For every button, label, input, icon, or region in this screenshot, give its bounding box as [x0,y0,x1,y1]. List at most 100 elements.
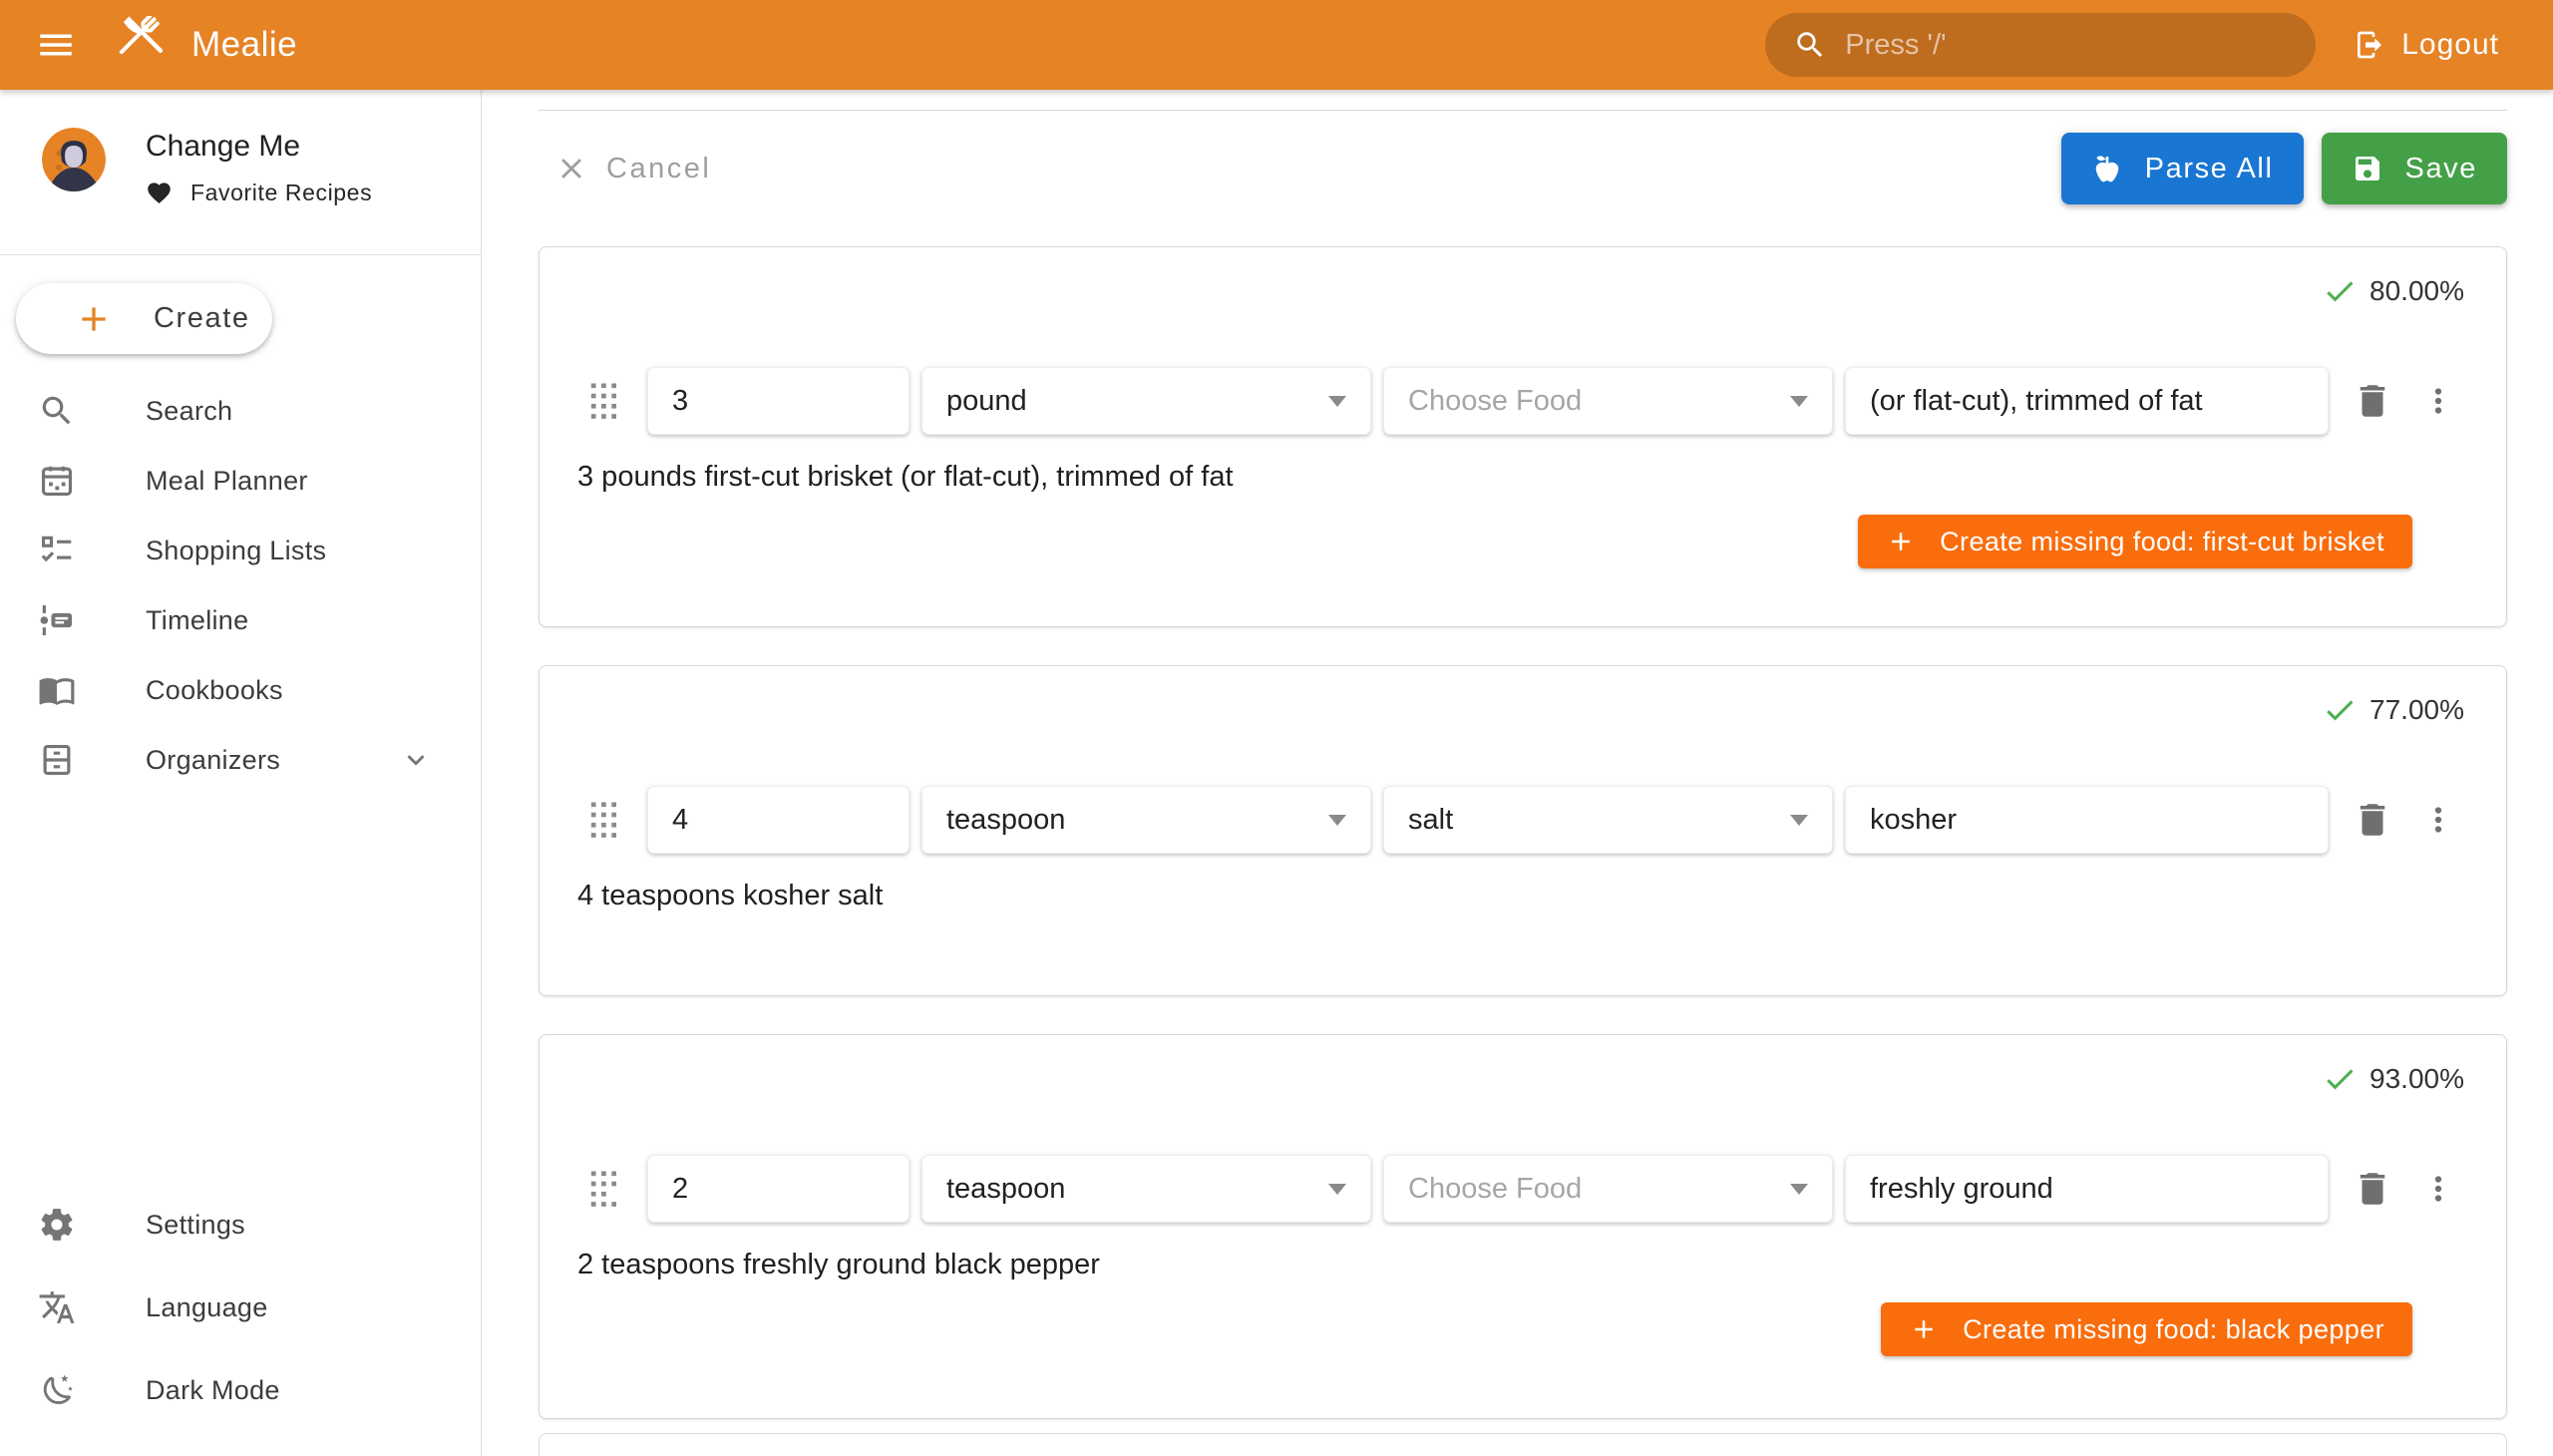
sidebar: Change Me Favorite Recipes Create Search… [0,90,482,1456]
more-options-button[interactable] [2412,794,2464,846]
quantity-field[interactable] [647,367,910,435]
gear-icon [38,1206,76,1244]
logout-icon [2354,29,2385,61]
user-block[interactable]: Change Me Favorite Recipes [0,90,481,206]
more-options-button[interactable] [2412,1163,2464,1215]
note-field[interactable] [1845,786,2329,854]
parser-toolbar: Cancel Parse All Save [539,123,2507,214]
heart-icon [146,180,173,206]
check-icon [2322,1061,2358,1097]
avatar [42,128,106,191]
global-search-bar[interactable] [1765,13,2316,77]
food-select[interactable]: Choose Food [1383,367,1833,435]
save-button[interactable]: Save [2322,133,2508,204]
delete-button[interactable] [2347,794,2398,846]
favorite-recipes-link[interactable]: Favorite Recipes [146,180,372,206]
quantity-field[interactable] [647,1155,910,1223]
sidebar-item-cookbooks[interactable]: Cookbooks [0,655,481,725]
create-missing-food-button[interactable]: Create missing food: first-cut brisket [1858,515,2412,568]
food-select[interactable]: salt [1383,786,1833,854]
moon-icon [38,1371,76,1409]
sidebar-nav: Search Meal Planner Shopping Lists Timel… [0,376,481,795]
menu-icon[interactable] [30,19,82,71]
quantity-input[interactable] [672,1173,885,1206]
sidebar-item-language[interactable]: Language [0,1273,481,1342]
sidebar-item-shopping-lists[interactable]: Shopping Lists [0,516,481,585]
note-field[interactable] [1845,1155,2329,1223]
drag-handle-icon[interactable] [589,801,619,839]
confidence-row: 93.00% [575,1061,2470,1097]
sidebar-footer: Settings Language Dark Mode [0,1190,481,1438]
ingredient-parser-page: Cancel Parse All Save 80.00% pound C [483,90,2553,1456]
top-app-bar: Mealie Logout [0,0,2553,90]
ingredient-card: 93.00% teaspoon Choose Food 2 teaspoons … [539,1034,2507,1419]
search-icon [1793,28,1827,62]
delete-button[interactable] [2347,375,2398,427]
ingredient-card-partial [539,1433,2507,1456]
chevron-down-icon[interactable] [399,743,433,777]
original-ingredient-text: 2 teaspoons freshly ground black pepper [575,1245,2470,1284]
book-open-icon [38,671,76,709]
note-input[interactable] [1870,1173,2304,1206]
dropdown-arrow-icon [1790,396,1808,407]
trash-icon [2352,380,2393,422]
mealie-app: Mealie Logout Change [0,0,2553,1456]
confidence-value: 77.00% [2370,694,2464,726]
plus-icon [1886,527,1916,556]
ingredient-fields-row: teaspoon salt [575,786,2470,854]
app-title: Mealie [191,25,297,65]
checklist-icon [38,532,76,569]
cancel-button[interactable]: Cancel [539,152,711,185]
dropdown-arrow-icon [1328,396,1346,407]
calendar-icon [38,462,76,500]
check-icon [2322,692,2358,728]
create-button[interactable]: Create [16,283,272,354]
logout-button[interactable]: Logout [2354,28,2499,62]
unit-select[interactable]: pound [921,367,1371,435]
confidence-value: 80.00% [2370,275,2464,307]
ingredient-card: 80.00% pound Choose Food 3 pounds first-… [539,246,2507,627]
sidebar-item-dark-mode[interactable]: Dark Mode [0,1355,481,1425]
confidence-row: 80.00% [575,273,2470,309]
note-input[interactable] [1870,385,2304,418]
sidebar-item-organizers[interactable]: Organizers [0,725,481,795]
sidebar-item-timeline[interactable]: Timeline [0,585,481,655]
quantity-field[interactable] [647,786,910,854]
sidebar-item-meal-planner[interactable]: Meal Planner [0,446,481,516]
food-apple-icon [2091,153,2123,184]
dropdown-arrow-icon [1328,1184,1346,1195]
ingredient-card: 77.00% teaspoon salt 4 teaspoons kosher … [539,665,2507,996]
confidence-value: 93.00% [2370,1063,2464,1095]
original-ingredient-text: 3 pounds first-cut brisket (or flat-cut)… [575,457,2470,497]
unit-select[interactable]: teaspoon [921,786,1371,854]
kebab-menu-icon [2419,1170,2457,1208]
sidebar-item-search[interactable]: Search [0,376,481,446]
food-select[interactable]: Choose Food [1383,1155,1833,1223]
plus-icon [74,299,114,339]
drag-handle-icon[interactable] [589,382,619,420]
sidebar-item-settings[interactable]: Settings [0,1190,481,1260]
quantity-input[interactable] [672,804,885,837]
note-input[interactable] [1870,804,2304,837]
kebab-menu-icon [2419,382,2457,420]
note-field[interactable] [1845,367,2329,435]
search-input[interactable] [1845,29,2244,62]
unit-select[interactable]: teaspoon [921,1155,1371,1223]
dropdown-arrow-icon [1790,815,1808,826]
quantity-input[interactable] [672,385,885,418]
ingredient-fields-row: pound Choose Food [575,367,2470,435]
drag-handle-icon[interactable] [589,1170,619,1208]
parse-all-button[interactable]: Parse All [2061,133,2304,204]
create-missing-food-button[interactable]: Create missing food: black pepper [1881,1302,2412,1356]
more-options-button[interactable] [2412,375,2464,427]
timeline-icon [38,601,76,639]
confidence-row: 77.00% [575,692,2470,728]
ingredient-fields-row: teaspoon Choose Food [575,1155,2470,1223]
close-icon [554,152,588,185]
original-ingredient-text: 4 teaspoons kosher salt [575,876,2470,915]
check-icon [2322,273,2358,309]
dropdown-arrow-icon [1790,1184,1808,1195]
trash-icon [2352,799,2393,841]
delete-button[interactable] [2347,1163,2398,1215]
mealie-logo-cutlery-icon [112,16,170,74]
